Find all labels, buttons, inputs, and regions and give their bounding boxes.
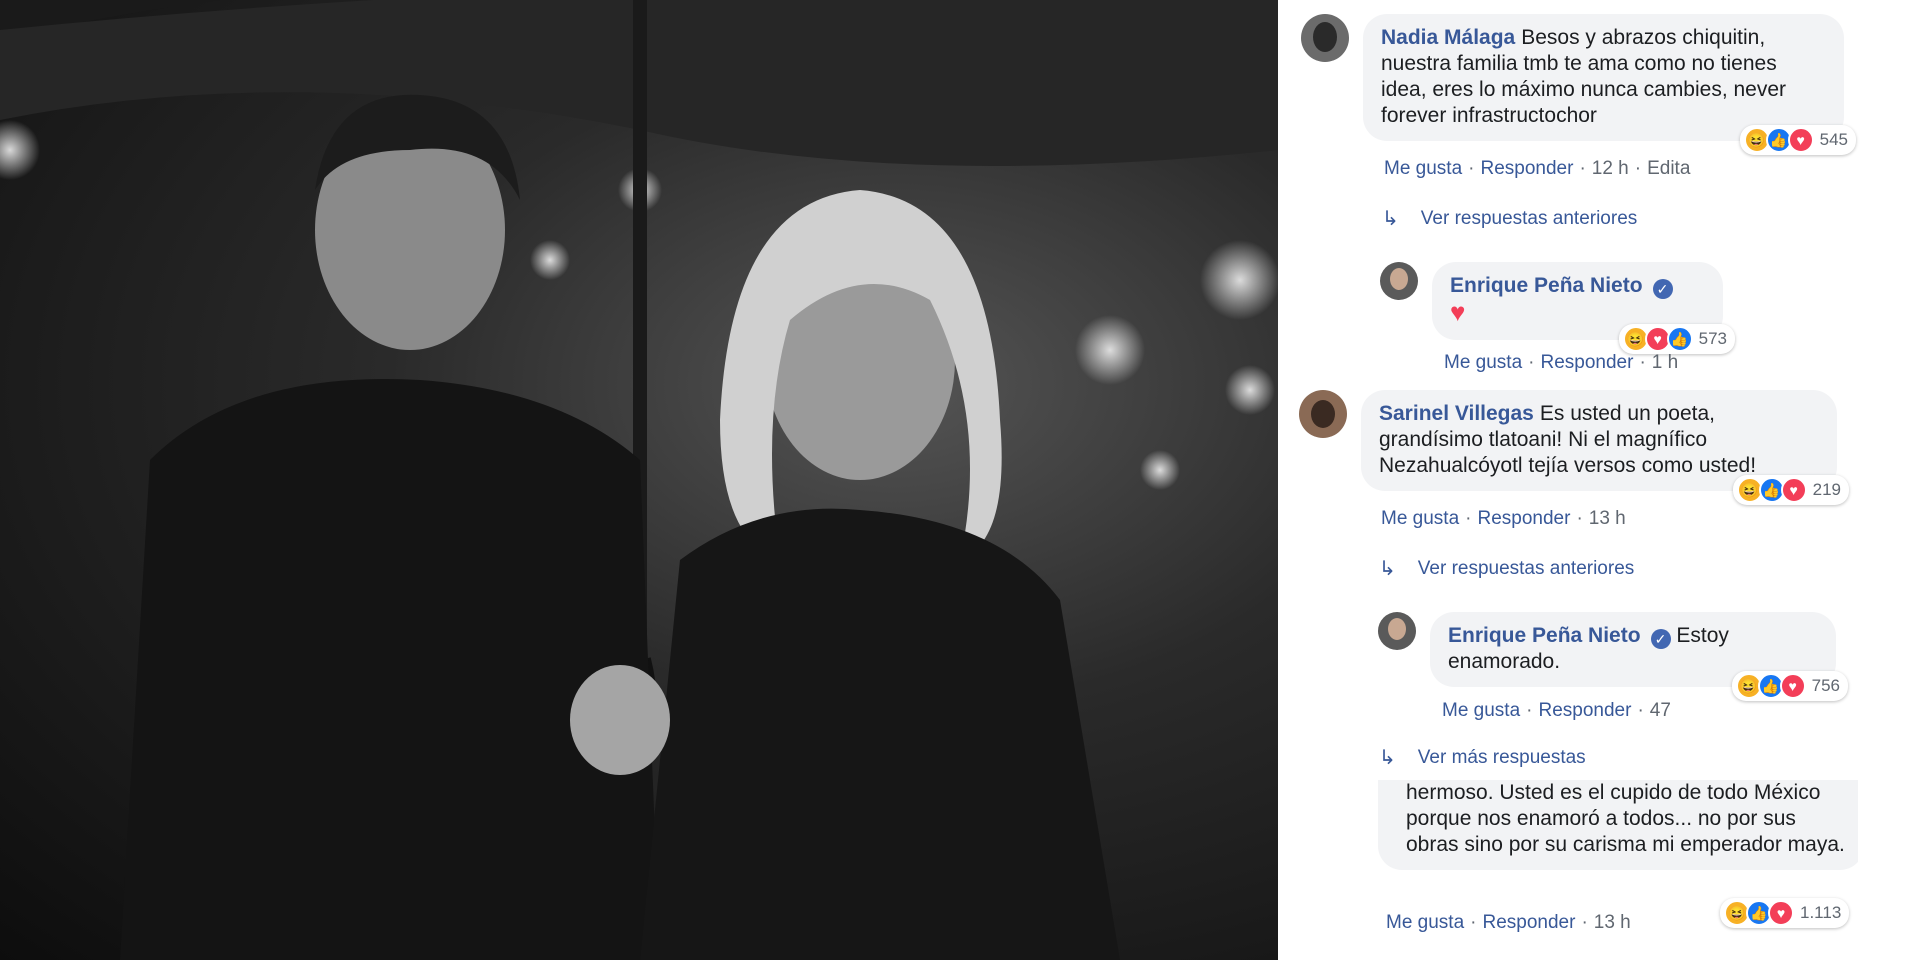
comment-author[interactable]: Sarinel Villegas	[1379, 402, 1534, 425]
timestamp[interactable]: 12 h	[1592, 158, 1629, 179]
reply-link[interactable]: Responder	[1482, 912, 1575, 933]
timestamp[interactable]: 47	[1650, 700, 1671, 721]
comment-author[interactable]: Enrique Peña Nieto	[1450, 274, 1643, 297]
comment-actions: Me gusta · Responder · 1 h	[1444, 352, 1679, 373]
comments-panel: Nadia Málaga Besos y abrazos chiquitin, n…	[1278, 0, 1920, 960]
love-icon: ♥	[1779, 673, 1806, 699]
comment-text: hermoso. Usted es el cupido de todo Méxi…	[1406, 781, 1845, 856]
timestamp[interactable]: 13 h	[1589, 508, 1626, 529]
comment-sarinel: Sarinel Villegas Es usted un poeta, grand…	[1299, 390, 1849, 505]
comment-author[interactable]: Nadia Málaga	[1381, 26, 1515, 49]
comment-truncated: hermoso. Usted es el cupido de todo Méxi…	[1378, 780, 1858, 910]
see-previous-label: Ver respuestas anteriores	[1420, 207, 1638, 229]
heart-icon: ♥	[1450, 297, 1466, 327]
like-link[interactable]: Me gusta	[1381, 508, 1459, 529]
comment-bubble: Sarinel Villegas Es usted un poeta, grand…	[1361, 390, 1849, 505]
reply-enrique-1: Enrique Peña Nieto ✓ ♥ 😆 ♥ 👍 573	[1380, 262, 1735, 354]
comment-actions: Me gusta · Responder · 47	[1442, 700, 1671, 721]
reaction-summary[interactable]: 😆 👍 ♥ 219	[1732, 475, 1849, 505]
comment-actions: Me gusta · Responder · 13 h	[1386, 912, 1631, 933]
see-more-label: Ver más respuestas	[1417, 746, 1586, 768]
see-previous-replies[interactable]: ↳ Ver respuestas anteriores	[1382, 206, 1637, 231]
see-previous-label: Ver respuestas anteriores	[1417, 557, 1635, 579]
verified-badge-icon: ✓	[1650, 629, 1671, 649]
reply-enrique-2: Enrique Peña Nieto ✓ Estoy enamorado. 😆 👍…	[1378, 612, 1848, 701]
like-link[interactable]: Me gusta	[1442, 700, 1520, 721]
see-previous-replies[interactable]: ↳ Ver respuestas anteriores	[1379, 556, 1634, 581]
reply-link[interactable]: Responder	[1540, 352, 1633, 373]
reply-link[interactable]: Responder	[1538, 700, 1631, 721]
verified-badge-icon: ✓	[1652, 279, 1673, 299]
love-icon: ♥	[1780, 477, 1807, 503]
like-link[interactable]: Me gusta	[1384, 158, 1462, 179]
edited-label[interactable]: Edita	[1647, 158, 1690, 179]
like-icon: 👍	[1666, 326, 1693, 352]
timestamp[interactable]: 13 h	[1594, 912, 1631, 933]
comment-actions: Me gusta · Responder · 12 h · Edita	[1384, 158, 1691, 179]
reaction-summary[interactable]: 😆 ♥ 👍 573	[1618, 324, 1735, 354]
timestamp[interactable]: 1 h	[1652, 352, 1678, 373]
comment-bubble: Enrique Peña Nieto ✓ Estoy enamorado. 😆 👍…	[1430, 612, 1848, 701]
reaction-summary[interactable]: 😆 👍 ♥ 756	[1731, 671, 1848, 701]
reply-arrow-icon: ↳	[1382, 208, 1399, 230]
avatar[interactable]	[1378, 612, 1416, 650]
reaction-count: 756	[1811, 676, 1840, 695]
reaction-summary[interactable]: 😆 👍 ♥ 1.113	[1720, 898, 1850, 928]
comment-author[interactable]: Enrique Peña Nieto	[1448, 624, 1641, 647]
like-link[interactable]: Me gusta	[1386, 912, 1464, 933]
couple-umbrella-photo	[0, 0, 1278, 960]
reply-arrow-icon: ↳	[1379, 558, 1396, 580]
like-link[interactable]: Me gusta	[1444, 352, 1522, 373]
comment-bubble: hermoso. Usted es el cupido de todo Méxi…	[1378, 780, 1858, 870]
love-icon: ♥	[1787, 127, 1814, 153]
reply-link[interactable]: Responder	[1477, 508, 1570, 529]
comment-bubble: Nadia Málaga Besos y abrazos chiquitin, n…	[1363, 14, 1856, 155]
reaction-count: 1.113	[1800, 903, 1842, 922]
see-more-replies[interactable]: ↳ Ver más respuestas	[1379, 745, 1586, 770]
avatar[interactable]	[1301, 14, 1349, 62]
reaction-summary[interactable]: 😆 👍 ♥ 545	[1739, 125, 1856, 155]
comment-bubble: Enrique Peña Nieto ✓ ♥ 😆 ♥ 👍 573	[1432, 262, 1735, 354]
love-icon: ♥	[1768, 900, 1794, 926]
reaction-count: 219	[1812, 480, 1841, 499]
reply-arrow-icon: ↳	[1379, 747, 1396, 769]
reaction-count: 573	[1698, 329, 1727, 348]
reaction-count: 545	[1819, 130, 1848, 149]
reply-link[interactable]: Responder	[1480, 158, 1573, 179]
comment-actions: Me gusta · Responder · 13 h	[1381, 508, 1626, 529]
avatar[interactable]	[1299, 390, 1347, 438]
comment-nadia: Nadia Málaga Besos y abrazos chiquitin, n…	[1301, 14, 1856, 155]
avatar[interactable]	[1380, 262, 1418, 300]
